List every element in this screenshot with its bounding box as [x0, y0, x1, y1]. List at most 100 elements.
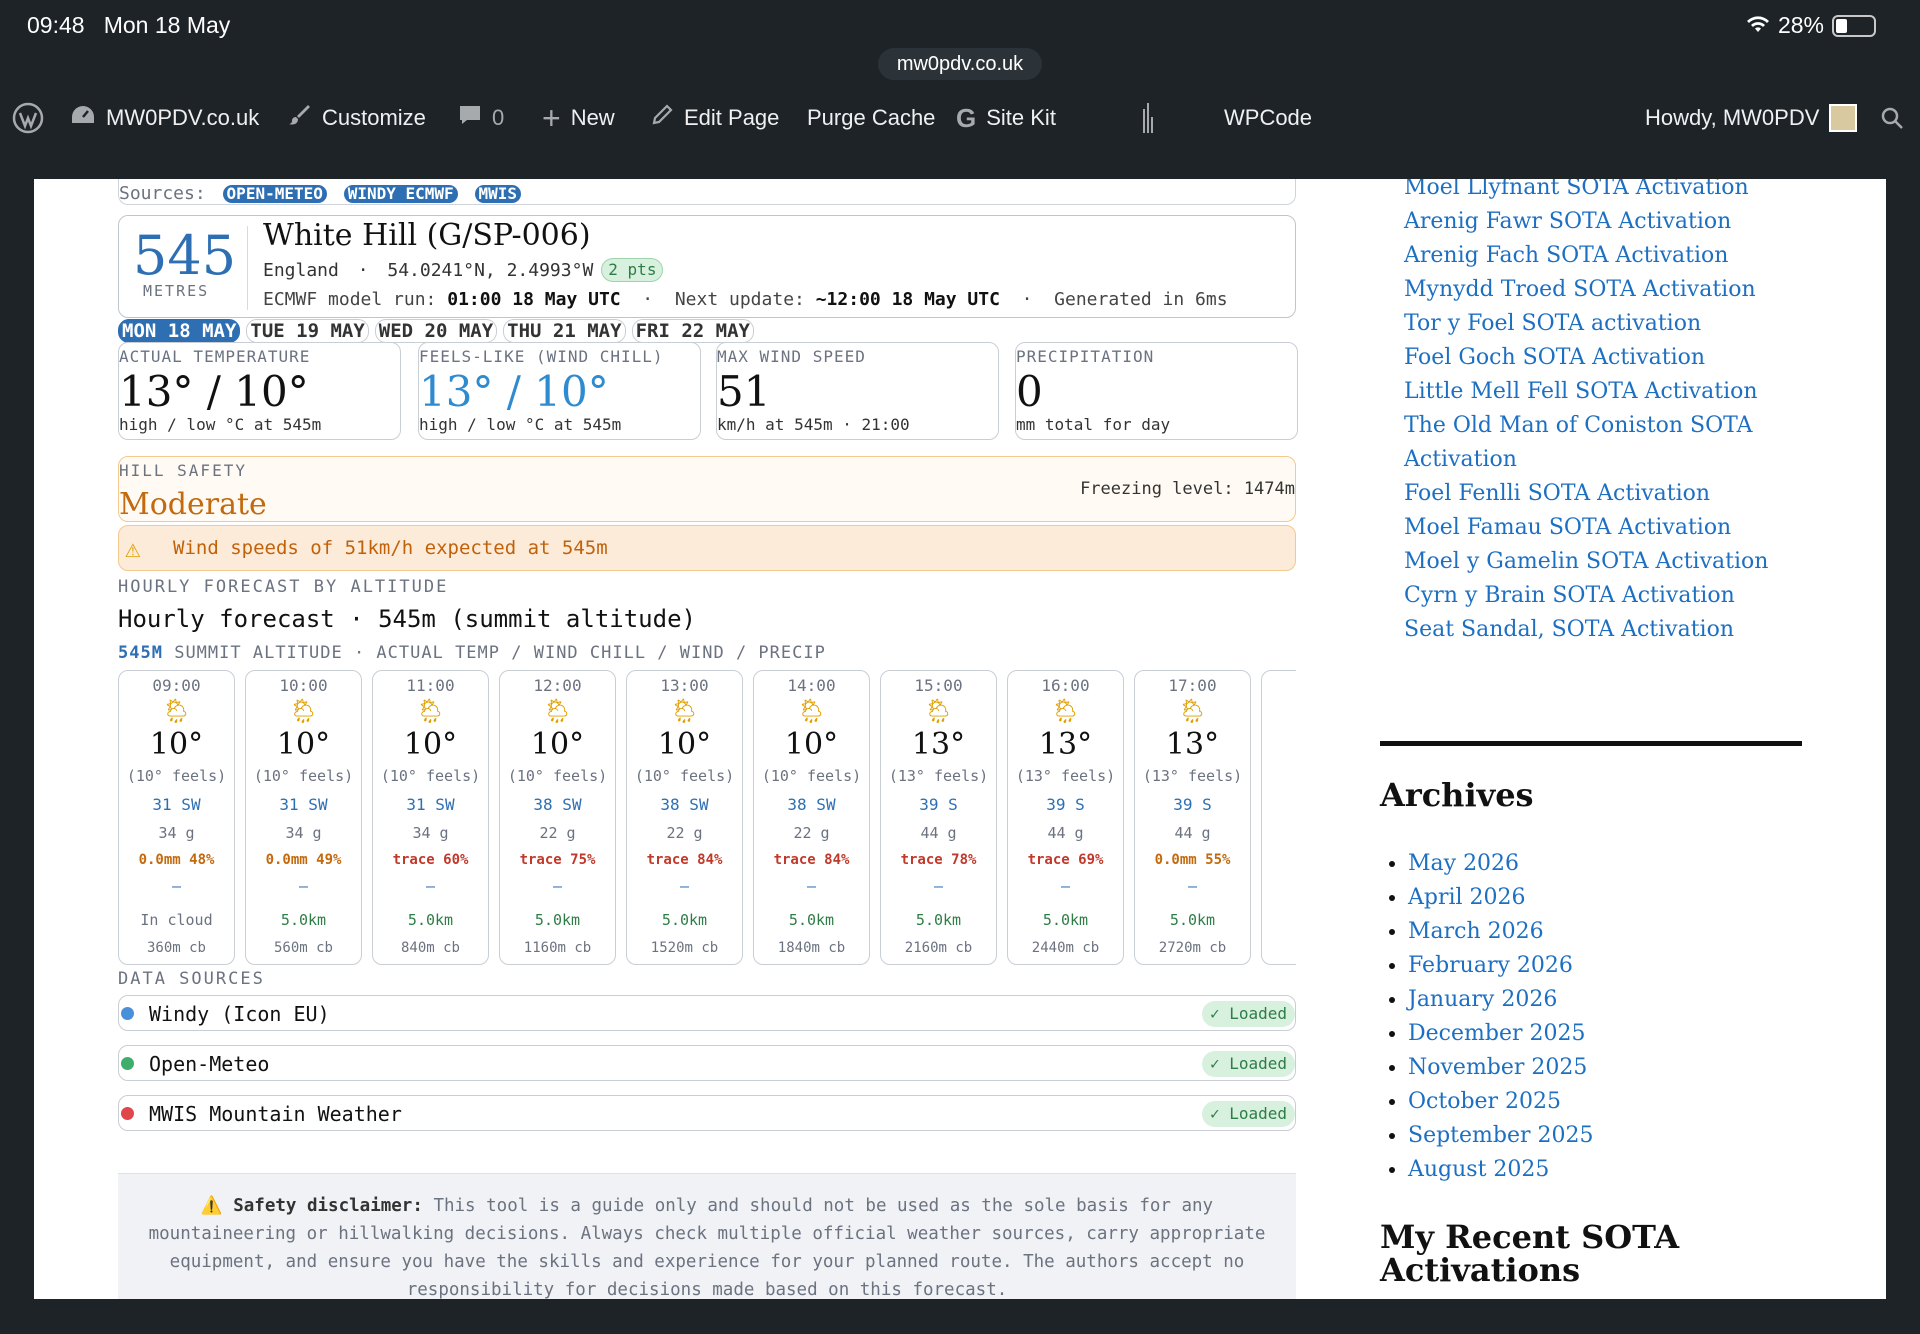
archive-link[interactable]: April 2026 [1408, 885, 1526, 910]
sidebar-post-link[interactable]: Tor y Foel SOTA activation [1404, 307, 1844, 341]
hour-temp: 13° [1038, 727, 1093, 762]
hour-card[interactable]: 🌦 14:00 10° (10° feels) 38 SW 22 g trace 84% – 5… [753, 670, 870, 965]
hour-card[interactable]: 🌦 17:00 13° (13° feels) 39 S 44 g 0.0mm 55% – 5.… [1134, 670, 1251, 965]
sun-rain-icon: 🌦 [669, 697, 700, 725]
sources-label: Sources: [119, 183, 206, 204]
warning-icon: ⚠ [125, 534, 141, 564]
hourly-cards[interactable]: 🌦 09:00 10° (10° feels) 31 SW 34 g 0.0mm 48% – I… [118, 670, 1296, 966]
tab-day-fri[interactable]: FRI 22 MAY [631, 319, 754, 343]
source-tag-windy[interactable]: WINDY ECMWF [343, 185, 458, 203]
sidebar-post-link[interactable]: Arenig Fach SOTA Activation [1404, 239, 1844, 273]
edit-page-link[interactable]: Edit Page [650, 102, 779, 134]
source-tag-mwis[interactable]: MWIS [474, 185, 522, 203]
hour-visibility: 5.0km [661, 911, 708, 929]
tab-day-thu[interactable]: THU 21 MAY [503, 319, 626, 343]
sidebar-post-link[interactable]: Moel y Gamelin SOTA Activation [1404, 545, 1844, 579]
archive-link[interactable]: February 2026 [1408, 953, 1573, 978]
archive-link[interactable]: August 2025 [1408, 1157, 1549, 1182]
sidebar-post-link[interactable]: Mynydd Troed SOTA Activation [1404, 273, 1844, 307]
sidebar-post-link[interactable]: Moel Famau SOTA Activation [1404, 511, 1844, 545]
tab-day-mon[interactable]: MON 18 MAY [118, 319, 241, 343]
sidebar-post-link[interactable]: Arenig Fawr SOTA Activation [1404, 205, 1844, 239]
data-source-name: Windy (Icon EU) [149, 1002, 330, 1026]
next-update-value: ~12:00 18 May UTC [815, 289, 1000, 310]
source-tag-open-meteo[interactable]: OPEN-METEO [222, 185, 327, 203]
wpcode-link[interactable]: WPCode [1224, 102, 1312, 134]
hour-precip: 0.0mm 55% [1154, 852, 1231, 868]
customize-link[interactable]: Customize [288, 102, 426, 134]
archive-item: November 2025 [1408, 1051, 1594, 1085]
hour-card[interactable]: 🌦 15:00 13° (13° feels) 39 S 44 g trace 78% – 5.… [880, 670, 997, 965]
sidebar-post-link[interactable]: Foel Fenlli SOTA Activation [1404, 477, 1844, 511]
hour-feels-like: (10° feels) [253, 767, 354, 785]
wordpress-logo-icon[interactable] [12, 102, 44, 134]
status-dot [121, 1007, 134, 1020]
hour-temp: 10° [530, 727, 585, 762]
sidebar-post-link[interactable]: Moel Llyfnant SOTA Activation [1404, 179, 1844, 205]
data-source-windy: Windy (Icon EU) ✓ Loaded [118, 995, 1296, 1031]
metric-label: ACTUAL TEMPERATURE [119, 347, 311, 366]
hour-card[interactable]: 🌦 10:00 10° (10° feels) 31 SW 34 g 0.0mm 49% – 5… [245, 670, 362, 965]
hour-snow: – [171, 877, 182, 895]
hour-feels-like: (10° feels) [507, 767, 608, 785]
hour-gust: 44 g [920, 824, 957, 842]
edit-page-label: Edit Page [684, 105, 780, 130]
hour-precip: trace 84% [773, 852, 850, 868]
comments-link[interactable]: 0 [458, 102, 504, 134]
sidebar-post-link[interactable]: Foel Goch SOTA Activation [1404, 341, 1844, 375]
generated-time: Generated in 6ms [1054, 289, 1228, 310]
dashboard-icon [70, 104, 96, 133]
separator-dot: · [631, 289, 664, 310]
archive-link[interactable]: November 2025 [1408, 1055, 1587, 1080]
site-name-link[interactable]: MW0PDV.co.uk [70, 102, 259, 134]
hour-wind: 31 SW [152, 795, 201, 814]
status-right: 28% [1746, 12, 1876, 39]
new-content-link[interactable]: + New [542, 102, 615, 134]
altitude-unit: METRES [143, 282, 210, 300]
archive-item: January 2026 [1408, 983, 1594, 1017]
hour-time: 13:00 [660, 676, 709, 695]
tab-day-tue[interactable]: TUE 19 MAY [246, 319, 369, 343]
sidebar-post-link[interactable]: Cyrn y Brain SOTA Activation [1404, 579, 1844, 613]
archive-link[interactable]: May 2026 [1408, 851, 1519, 876]
sidebar-post-link[interactable]: Little Mell Fell SOTA Activation [1404, 375, 1844, 409]
hour-card[interactable]: 🌦 11:00 10° (10° feels) 31 SW 34 g trace 60% – 5… [372, 670, 489, 965]
hour-card[interactable]: 🌦 12:00 10° (10° feels) 38 SW 22 g trace 75% – 5… [499, 670, 616, 965]
hour-card[interactable]: 🌦 09:00 10° (10° feels) 31 SW 34 g 0.0mm 48% – I… [118, 670, 235, 965]
stats-icon[interactable] [1142, 102, 1154, 134]
purge-cache-link[interactable]: Purge Cache [807, 102, 935, 134]
battery-level [1836, 18, 1847, 33]
hour-temp: 10° [657, 727, 712, 762]
model-info: ECMWF model run: 01:00 18 May UTC · Next… [263, 289, 1228, 310]
url-bar[interactable]: mw0pdv.co.uk [878, 48, 1042, 80]
sun-rain-icon: 🌦 [923, 697, 954, 725]
site-kit-link[interactable]: G Site Kit [956, 102, 1056, 134]
loaded-badge: ✓ Loaded [1201, 1051, 1295, 1077]
sun-rain-icon: 🌦 [796, 697, 827, 725]
page-content: Sources: OPEN-METEO WINDY ECMWF MWIS 545… [34, 179, 1886, 1299]
hour-card[interactable]: 🌦 13:00 10° (10° feels) 38 SW 22 g trace 84% – 5… [626, 670, 743, 965]
hour-wind: 38 SW [787, 795, 836, 814]
tab-day-wed[interactable]: WED 20 MAY [374, 319, 498, 343]
hour-card[interactable]: (13 0. 27 [1261, 670, 1296, 965]
hour-gust: 44 g [1174, 824, 1211, 842]
archive-link[interactable]: December 2025 [1408, 1021, 1585, 1046]
data-source-mwis: MWIS Mountain Weather ✓ Loaded [118, 1095, 1296, 1131]
metric-sub: high / low °C at 545m [419, 415, 622, 434]
sidebar-post-link[interactable]: Seat Sandal, SOTA Activation [1404, 613, 1844, 647]
status-time: 09:48 Mon 18 May [27, 12, 230, 39]
user-menu[interactable]: Howdy, MW0PDV [1645, 102, 1858, 134]
hour-temp: 10° [784, 727, 839, 762]
wifi-icon [1746, 12, 1770, 39]
archive-link[interactable]: October 2025 [1408, 1089, 1561, 1114]
archive-link[interactable]: January 2026 [1408, 987, 1557, 1012]
hour-time: 11:00 [406, 676, 455, 695]
archive-link[interactable]: March 2026 [1408, 919, 1544, 944]
metric-value: 0 [1016, 367, 1043, 416]
sidebar-post-link[interactable]: The Old Man of Coniston SOTA Activation [1404, 409, 1844, 477]
hour-card[interactable]: 🌦 16:00 13° (13° feels) 39 S 44 g trace 69% – 5.… [1007, 670, 1124, 965]
metric-actual-temp: ACTUAL TEMPERATURE 13° / 10° high / low … [118, 342, 401, 440]
archive-link[interactable]: September 2025 [1408, 1123, 1594, 1148]
search-icon[interactable] [1880, 102, 1904, 134]
summit-card: 545 METRES White Hill (G/SP-006) England… [118, 215, 1296, 318]
